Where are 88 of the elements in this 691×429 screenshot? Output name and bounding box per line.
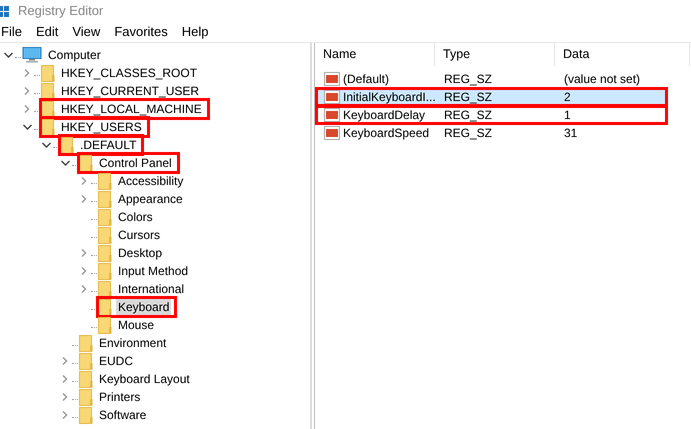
value-type: REG_SZ: [443, 71, 494, 88]
folder-icon: [98, 190, 112, 208]
value-row[interactable]: KeyboardDelay REG_SZ 1: [316, 106, 667, 124]
string-value-icon: [324, 72, 340, 86]
tree-item[interactable]: Environment: [97, 334, 168, 352]
tree-item[interactable]: Accessibility: [116, 172, 186, 190]
value-type: REG_SZ: [443, 125, 494, 142]
tree-item[interactable]: Desktop: [116, 244, 164, 262]
expand-chevron-icon[interactable]: [80, 285, 88, 293]
menu-item[interactable]: View: [72, 22, 100, 42]
registry-icon: [0, 4, 10, 18]
menu-item[interactable]: Edit: [36, 22, 58, 42]
tree-item[interactable]: Printers: [97, 388, 142, 406]
folder-icon: [79, 370, 93, 388]
expand-chevron-icon[interactable]: [61, 375, 69, 383]
value-row[interactable]: KeyboardSpeed REG_SZ 31: [316, 124, 691, 142]
expand-chevron-icon[interactable]: [61, 357, 69, 365]
column-header[interactable]: Name: [315, 43, 435, 66]
tree-item[interactable]: .DEFAULT: [78, 136, 138, 154]
expand-chevron-icon[interactable]: [80, 249, 88, 257]
folder-icon: [98, 226, 112, 244]
window-title: Registry Editor: [18, 2, 104, 20]
menu-item[interactable]: Help: [182, 22, 209, 42]
tree-item[interactable]: Colors: [116, 208, 155, 226]
computer-icon: [22, 47, 42, 63]
value-data: 2: [563, 89, 572, 106]
value-name: KeyboardDelay: [343, 107, 426, 124]
value-type: REG_SZ: [443, 107, 494, 124]
value-row[interactable]: InitialKeyboardI... REG_SZ 2: [316, 88, 667, 106]
collapse-chevron-icon[interactable]: [22, 123, 32, 131]
tree-item[interactable]: Control Panel: [97, 154, 174, 172]
value-type: REG_SZ: [443, 89, 494, 106]
folder-icon: [98, 172, 112, 190]
string-value-icon: [324, 108, 340, 122]
tree-item[interactable]: Keyboard: [116, 298, 172, 316]
tree-item[interactable]: Keyboard Layout: [97, 370, 192, 388]
value-name: (Default): [343, 71, 390, 88]
folder-icon: [98, 316, 112, 334]
folder-icon: [41, 64, 55, 82]
expand-chevron-icon[interactable]: [80, 267, 88, 275]
folder-icon: [98, 244, 112, 262]
expand-chevron-icon[interactable]: [23, 105, 31, 113]
value-name: KeyboardSpeed: [343, 125, 430, 142]
tree-item[interactable]: HKEY_LOCAL_MACHINE: [59, 100, 204, 118]
folder-icon: [79, 334, 93, 352]
value-name: InitialKeyboardI...: [343, 89, 436, 106]
tree-item[interactable]: Mouse: [116, 316, 156, 334]
collapse-chevron-icon[interactable]: [60, 159, 70, 167]
value-data: 1: [563, 107, 572, 124]
folder-icon: [79, 406, 93, 424]
menu-item[interactable]: Favorites: [114, 22, 168, 42]
expand-chevron-icon[interactable]: [61, 393, 69, 401]
tree-item[interactable]: Cursors: [116, 226, 162, 244]
folder-icon: [98, 280, 112, 298]
tree-item[interactable]: Software: [97, 406, 148, 424]
folder-icon: [79, 388, 93, 406]
collapse-chevron-icon[interactable]: [42, 141, 50, 149]
folder-icon: [98, 208, 112, 226]
value-data: (value not set): [563, 71, 642, 88]
expand-chevron-icon[interactable]: [61, 411, 69, 419]
expand-chevron-icon[interactable]: [80, 195, 88, 203]
string-value-icon: [324, 90, 340, 104]
folder-icon: [41, 100, 55, 118]
folder-icon: [60, 136, 74, 154]
folder-icon: [41, 118, 55, 136]
expand-chevron-icon[interactable]: [80, 177, 88, 185]
tree-item[interactable]: Appearance: [116, 190, 185, 208]
value-row[interactable]: (Default) REG_SZ (value not set): [316, 70, 691, 88]
tree-item[interactable]: Input Method: [116, 262, 190, 280]
tree-item[interactable]: HKEY_USERS: [59, 118, 144, 136]
column-header[interactable]: Type: [435, 43, 555, 66]
expand-chevron-icon[interactable]: [23, 69, 31, 77]
tree-item[interactable]: Computer: [46, 46, 103, 64]
tree-item[interactable]: International: [116, 280, 186, 298]
value-data: 31: [563, 125, 578, 142]
tree-item[interactable]: HKEY_CLASSES_ROOT: [59, 64, 200, 82]
expand-chevron-icon[interactable]: [23, 87, 31, 95]
tree-item[interactable]: EUDC: [97, 352, 136, 370]
column-header[interactable]: Data: [555, 43, 690, 66]
folder-icon: [79, 352, 93, 370]
collapse-chevron-icon[interactable]: [4, 51, 12, 59]
folder-icon: [98, 298, 112, 316]
string-value-icon: [324, 126, 340, 140]
folder-icon: [41, 82, 55, 100]
folder-icon: [98, 262, 112, 280]
folder-icon: [79, 154, 93, 172]
menu-item[interactable]: File: [1, 22, 22, 42]
tree-item[interactable]: HKEY_CURRENT_USER: [59, 82, 202, 100]
